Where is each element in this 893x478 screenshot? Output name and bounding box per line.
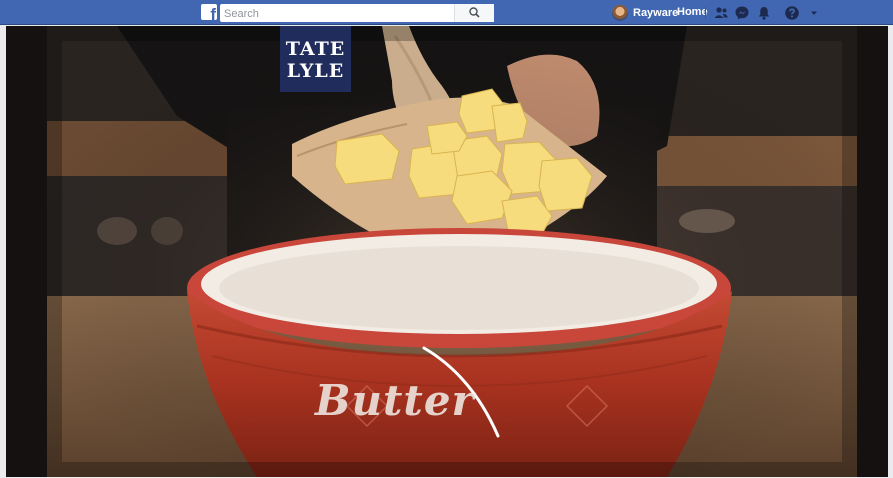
facebook-logo-icon[interactable]: f	[201, 4, 217, 20]
brand-logo-line1: TATE	[285, 38, 346, 60]
home-link[interactable]: Home	[677, 6, 708, 18]
friend-requests-icon[interactable]	[713, 5, 729, 21]
top-navigation-bar: f Rayware Home	[0, 0, 893, 25]
help-icon[interactable]	[784, 5, 800, 21]
logo-letter: f	[210, 5, 216, 20]
user-name: Rayware	[633, 7, 679, 19]
brand-logo-line2: LYLE	[286, 60, 345, 82]
search-box	[220, 4, 494, 22]
avatar	[612, 5, 628, 21]
search-icon	[469, 7, 480, 18]
video-caption: Butter	[315, 376, 475, 425]
search-button[interactable]	[454, 4, 494, 22]
video-player[interactable]: TATE LYLE Butter	[6, 26, 888, 477]
search-input[interactable]	[220, 6, 468, 22]
tate-lyle-logo: TATE LYLE	[280, 26, 351, 92]
profile-link[interactable]: Rayware	[612, 5, 678, 21]
video-frame: TATE LYLE Butter	[47, 26, 857, 477]
account-menu-icon[interactable]	[806, 5, 822, 21]
messenger-icon[interactable]	[734, 5, 750, 21]
nav-divider	[705, 7, 706, 19]
notifications-icon[interactable]	[756, 5, 772, 21]
